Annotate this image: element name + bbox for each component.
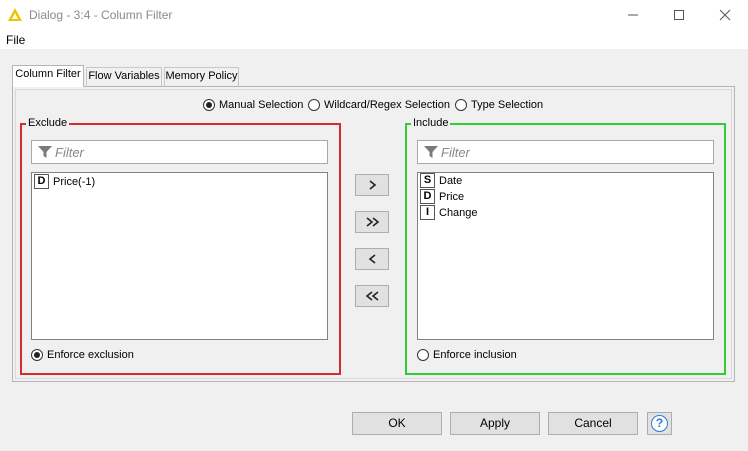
exclude-list[interactable]: D Price(-1) [31,172,328,340]
apply-button[interactable]: Apply [450,412,540,435]
radio-label: Wildcard/Regex Selection [324,99,450,111]
include-list[interactable]: S Date D Price I Change [417,172,714,340]
enforce-exclusion-radio[interactable]: Enforce exclusion [31,348,134,362]
radio-indicator [455,99,467,111]
add-all-button[interactable] [355,211,389,233]
filter-icon [424,146,438,158]
menu-bar: File [0,30,748,49]
chevron-right-icon [369,180,377,190]
double-chevron-left-icon [365,291,379,301]
menu-file[interactable]: File [6,33,25,47]
radio-label: Manual Selection [219,99,304,111]
list-item[interactable]: D Price(-1) [34,174,95,189]
window-title: Dialog - 3:4 - Column Filter [29,8,173,22]
double-type-icon: D [34,174,49,189]
enforce-inclusion-radio[interactable]: Enforce inclusion [417,348,517,362]
help-button[interactable]: ? [647,412,672,435]
ok-button[interactable]: OK [352,412,442,435]
double-chevron-right-icon [366,217,380,227]
remove-all-button[interactable] [355,285,389,307]
include-title: Include [411,116,451,130]
radio-manual-selection[interactable]: Manual Selection [203,98,303,112]
radio-type-selection[interactable]: Type Selection [455,98,543,112]
radio-wildcard-selection[interactable]: Wildcard/Regex Selection [308,98,450,112]
double-type-icon: D [420,189,435,204]
remove-button[interactable] [355,248,389,270]
close-icon [719,9,731,21]
list-item[interactable]: D Price [420,189,464,204]
string-type-icon: S [420,173,435,188]
exclude-filter-input[interactable]: Filter [31,140,328,164]
close-button[interactable] [702,0,748,30]
radio-indicator [308,99,320,111]
radio-indicator [203,99,215,111]
exclude-title: Exclude [26,116,70,130]
list-item[interactable]: S Date [420,173,462,188]
radio-indicator [31,349,43,361]
minimize-button[interactable] [610,0,656,30]
add-button[interactable] [355,174,389,196]
maximize-icon [674,10,684,20]
maximize-button[interactable] [656,0,702,30]
tab-memory-policy[interactable]: Memory Policy [164,67,239,86]
radio-indicator [417,349,429,361]
column-name: Price [439,190,465,203]
integer-type-icon: I [420,205,435,220]
filter-icon [38,146,52,158]
radio-label: Type Selection [471,99,544,111]
column-name: Price(-1) [53,175,96,188]
column-name: Change [439,206,478,219]
help-icon: ? [651,415,668,432]
include-filter-input[interactable]: Filter [417,140,714,164]
enforce-inclusion-label: Enforce inclusion [433,349,517,361]
minimize-icon [628,14,638,16]
cancel-button[interactable]: Cancel [548,412,638,435]
tab-flow-variables[interactable]: Flow Variables [86,67,162,86]
list-item[interactable]: I Change [420,205,478,220]
knime-warning-icon [8,8,22,21]
filter-placeholder: Filter [55,145,84,160]
title-bar: Dialog - 3:4 - Column Filter [0,0,748,30]
chevron-left-icon [368,254,376,264]
filter-placeholder: Filter [441,145,470,160]
enforce-exclusion-label: Enforce exclusion [47,349,134,361]
column-name: Date [439,174,463,187]
tab-column-filter[interactable]: Column Filter [12,65,84,87]
